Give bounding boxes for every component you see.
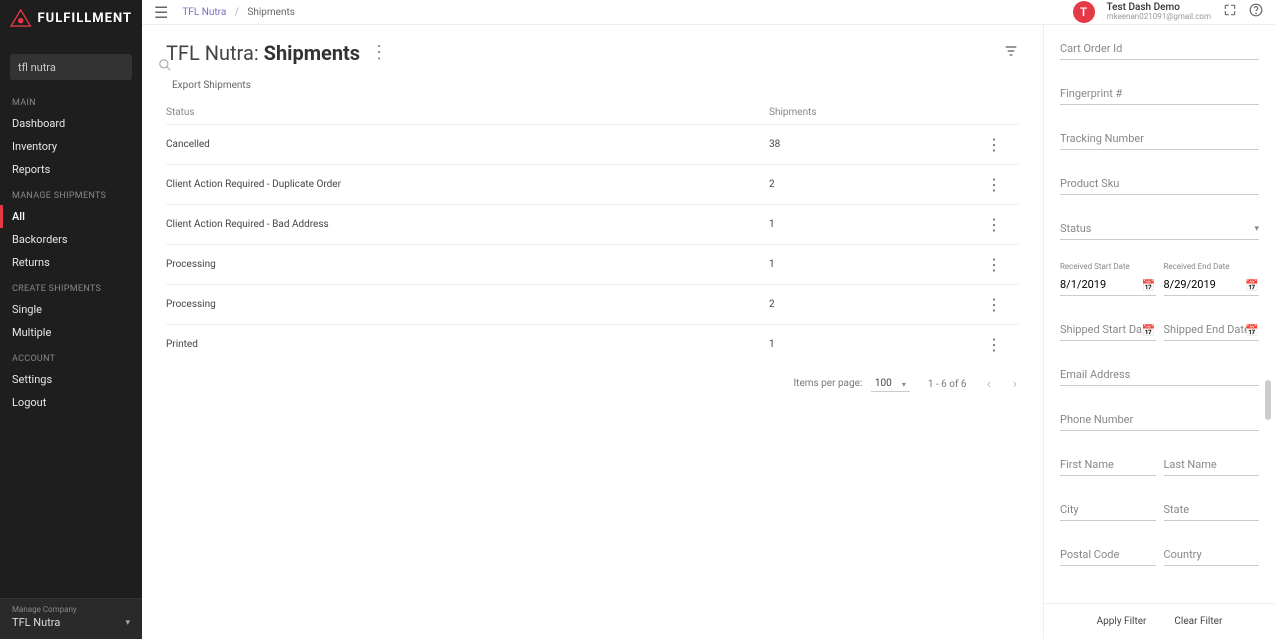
row-menu-icon[interactable]: ⋮	[969, 295, 1019, 314]
shipments-table: Status Shipments Cancelled 38 ⋮Client Ac…	[166, 101, 1019, 364]
nav-reports[interactable]: Reports	[0, 158, 142, 181]
filter-panel: ▾ Received Start Date 📅 Received End Dat…	[1043, 25, 1275, 639]
logo: FULFILLMENT	[0, 0, 142, 36]
breadcrumb: TFL Nutra / Shipments	[182, 7, 295, 18]
nav-all[interactable]: All	[0, 205, 142, 228]
table-row: Processing 2 ⋮	[166, 284, 1019, 324]
calendar-icon[interactable]: 📅	[1245, 279, 1259, 292]
cell-shipments: 1	[769, 219, 969, 230]
nav-multiple[interactable]: Multiple	[0, 321, 142, 344]
sidebar-search-input[interactable]	[18, 61, 158, 74]
cell-shipments: 2	[769, 299, 969, 310]
row-menu-icon[interactable]: ⋮	[969, 135, 1019, 154]
breadcrumb-parent[interactable]: TFL Nutra	[182, 7, 226, 18]
apply-filter-button[interactable]: Apply Filter	[1097, 616, 1147, 627]
clear-filter-button[interactable]: Clear Filter	[1174, 616, 1222, 627]
page-menu-icon[interactable]: ⋮	[370, 44, 388, 62]
paginator-next[interactable]: ›	[1011, 376, 1019, 392]
user-email: mkeenan021091@gmail.com	[1107, 13, 1211, 22]
cell-status: Printed	[166, 339, 769, 350]
filter-country[interactable]	[1164, 544, 1260, 566]
fullscreen-icon[interactable]	[1223, 3, 1237, 21]
nav-section-manage-shipments: MANAGE SHIPMENTS	[0, 181, 142, 205]
table-header: Status Shipments	[166, 101, 1019, 124]
company-selector[interactable]: Manage Company TFL Nutra ▾	[0, 598, 142, 639]
breadcrumb-current: Shipments	[247, 7, 295, 18]
cell-status: Processing	[166, 299, 769, 310]
row-menu-icon[interactable]: ⋮	[969, 335, 1019, 354]
logo-text: FULFILLMENT	[38, 12, 132, 25]
header-status: Status	[166, 107, 769, 118]
nav-returns[interactable]: Returns	[0, 251, 142, 274]
filter-status[interactable]	[1060, 218, 1259, 240]
cell-shipments: 1	[769, 339, 969, 350]
cell-status: Client Action Required - Duplicate Order	[166, 179, 769, 190]
filter-email[interactable]	[1060, 364, 1259, 386]
table-row: Printed 1 ⋮	[166, 324, 1019, 364]
company-selector-label: Manage Company	[12, 605, 130, 614]
filter-fingerprint[interactable]	[1060, 83, 1259, 105]
filter-product-sku[interactable]	[1060, 173, 1259, 195]
table-row: Client Action Required - Bad Address 1 ⋮	[166, 204, 1019, 244]
logo-icon	[10, 6, 32, 30]
paginator-range: 1 - 6 of 6	[928, 379, 967, 390]
filter-first-name[interactable]	[1060, 454, 1156, 476]
cell-shipments: 1	[769, 259, 969, 270]
items-per-page-select[interactable]: 100	[871, 376, 910, 392]
nav-logout[interactable]: Logout	[0, 391, 142, 414]
received-start-label: Received Start Date	[1060, 262, 1156, 271]
avatar[interactable]: T	[1073, 1, 1095, 23]
filter-phone[interactable]	[1060, 409, 1259, 431]
filter-cart-order-id[interactable]	[1060, 38, 1259, 60]
calendar-icon[interactable]: 📅	[1245, 324, 1259, 337]
items-per-page-label: Items per page:	[793, 378, 862, 389]
received-end-label: Received End Date	[1164, 262, 1260, 271]
paginator: Items per page: 100 1 - 6 of 6 ‹ ›	[166, 376, 1019, 392]
filter-icon[interactable]	[1003, 43, 1019, 63]
nav-dashboard[interactable]: Dashboard	[0, 112, 142, 135]
cell-status: Processing	[166, 259, 769, 270]
company-selector-value: TFL Nutra	[12, 616, 60, 629]
chevron-down-icon: ▾	[125, 618, 130, 628]
cell-status: Cancelled	[166, 139, 769, 150]
cell-status: Client Action Required - Bad Address	[166, 219, 769, 230]
help-icon[interactable]	[1249, 3, 1263, 21]
table-row: Processing 1 ⋮	[166, 244, 1019, 284]
cell-shipments: 38	[769, 139, 969, 150]
filter-state[interactable]	[1164, 499, 1260, 521]
menu-icon[interactable]: ☰	[154, 3, 168, 22]
brand-name: FULFILLMENT	[38, 11, 132, 26]
row-menu-icon[interactable]: ⋮	[969, 175, 1019, 194]
table-row: Cancelled 38 ⋮	[166, 124, 1019, 164]
nav-inventory[interactable]: Inventory	[0, 135, 142, 158]
table-row: Client Action Required - Duplicate Order…	[166, 164, 1019, 204]
header-shipments: Shipments	[769, 107, 969, 118]
filter-last-name[interactable]	[1164, 454, 1260, 476]
filter-tracking-number[interactable]	[1060, 128, 1259, 150]
row-menu-icon[interactable]: ⋮	[969, 215, 1019, 234]
nav-backorders[interactable]: Backorders	[0, 228, 142, 251]
nav-settings[interactable]: Settings	[0, 368, 142, 391]
scrollbar[interactable]	[1265, 380, 1271, 420]
cell-shipments: 2	[769, 179, 969, 190]
nav-section-account: ACCOUNT	[0, 344, 142, 368]
nav-section-create-shipments: CREATE SHIPMENTS	[0, 274, 142, 298]
sidebar-search[interactable]	[10, 54, 132, 80]
calendar-icon[interactable]: 📅	[1142, 279, 1156, 292]
user-info: Test Dash Demo mkeenan021091@gmail.com	[1107, 2, 1211, 22]
sidebar: FULFILLMENT MAIN Dashboard Inventory Rep…	[0, 0, 142, 639]
calendar-icon[interactable]: 📅	[1142, 324, 1156, 337]
row-menu-icon[interactable]: ⋮	[969, 255, 1019, 274]
nav-section-main: MAIN	[0, 88, 142, 112]
filter-city[interactable]	[1060, 499, 1156, 521]
export-shipments-link[interactable]: Export Shipments	[166, 74, 257, 101]
paginator-prev[interactable]: ‹	[985, 376, 993, 392]
nav-single[interactable]: Single	[0, 298, 142, 321]
main-content: TFL Nutra: Shipments ⋮ Export Shipments …	[142, 25, 1043, 639]
page-title: TFL Nutra: Shipments	[166, 41, 360, 65]
filter-postal[interactable]	[1060, 544, 1156, 566]
breadcrumb-sep: /	[235, 7, 239, 18]
topbar: ☰ TFL Nutra / Shipments T Test Dash Demo…	[142, 0, 1275, 25]
